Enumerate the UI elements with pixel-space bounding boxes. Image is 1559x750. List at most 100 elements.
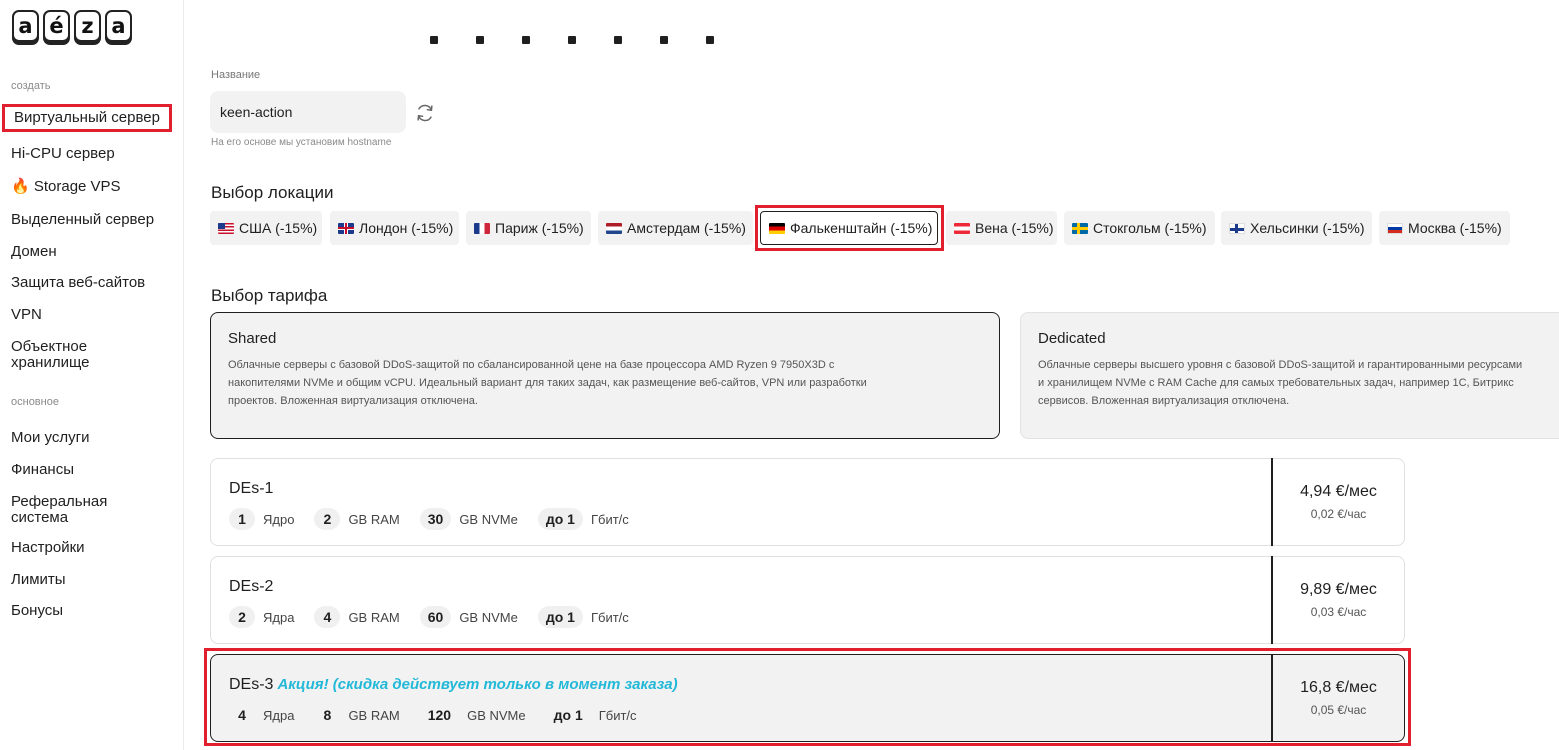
tariff-description-line: накопителями NVMe и общим vCPU. Идеальны… bbox=[228, 377, 867, 389]
network-speed: до 1 bbox=[553, 707, 583, 723]
location-label: США (-15%) bbox=[239, 220, 318, 236]
at-flag-icon bbox=[954, 222, 970, 234]
location-label: Амстердам (-15%) bbox=[627, 220, 746, 236]
page-title-clipped bbox=[430, 36, 714, 44]
sidebar-item-domain[interactable]: Домен bbox=[11, 244, 57, 260]
tariff-description-line: проектов. Вложенная виртуализация отключ… bbox=[228, 395, 478, 407]
ram-unit: GB RAM bbox=[348, 609, 400, 625]
tariff-description-line: Облачные серверы высшего уровня с базово… bbox=[1038, 359, 1523, 371]
tariff-description-line: сервисов. Вложенная виртуализация отключ… bbox=[1038, 395, 1290, 407]
cpu-unit: Ядро bbox=[263, 511, 295, 527]
tariff-dedicated-card[interactable]: Dedicated Облачные серверы высшего уровн… bbox=[1020, 312, 1559, 439]
location-label: Хельсинки (-15%) bbox=[1250, 220, 1365, 236]
logo-key: z bbox=[74, 10, 101, 42]
logo-key: é bbox=[43, 10, 70, 42]
location-amsterdam[interactable]: Амстердам (-15%) bbox=[598, 211, 753, 245]
network-unit: Гбит/с bbox=[590, 609, 629, 625]
ram-amount: 4 bbox=[314, 606, 341, 628]
ram-amount: 2 bbox=[314, 508, 341, 530]
server-name-input[interactable] bbox=[210, 91, 406, 133]
sidebar-item-finances[interactable]: Финансы bbox=[11, 462, 74, 478]
cpu-count: 2 bbox=[229, 606, 255, 628]
disk-amount: 120 bbox=[427, 707, 452, 723]
cpu-unit: Ядра bbox=[263, 707, 295, 723]
cpu-count: 1 bbox=[229, 508, 255, 530]
location-london[interactable]: Лондон (-15%) bbox=[330, 211, 459, 245]
tariff-description-line: и хранилищем NVMe с RAM Cache для самых … bbox=[1038, 377, 1514, 389]
location-vienna[interactable]: Вена (-15%) bbox=[946, 211, 1057, 245]
hourly-price: 0,03 €/час bbox=[1310, 605, 1367, 619]
sidebar-item-vpn[interactable]: VPN bbox=[11, 307, 42, 323]
location-stockholm[interactable]: Стокгольм (-15%) bbox=[1064, 211, 1215, 245]
disk-unit: GB NVMe bbox=[467, 707, 526, 723]
tariff-section-title: Выбор тарифа bbox=[211, 286, 328, 305]
location-usa[interactable]: США (-15%) bbox=[210, 211, 322, 245]
name-field-label: Название bbox=[211, 69, 261, 81]
disk-amount: 60 bbox=[419, 606, 452, 628]
de-flag-icon bbox=[769, 222, 785, 234]
plan-card-des-2[interactable]: DEs-2 2 Ядра 4 GB RAM 60 GB NVMe до 1 Гб… bbox=[210, 556, 1405, 644]
location-falkenstein[interactable]: Фалькенштайн (-15%) bbox=[760, 211, 938, 245]
location-section-title: Выбор локации bbox=[211, 183, 334, 202]
price-divider bbox=[1271, 556, 1273, 644]
sidebar-section-main: основное bbox=[11, 396, 59, 408]
sidebar-item-virtual-server[interactable]: Виртуальный сервер bbox=[2, 104, 172, 132]
network-unit: Гбит/с bbox=[590, 511, 629, 527]
location-label: Лондон (-15%) bbox=[359, 220, 454, 236]
ram-unit: GB RAM bbox=[348, 707, 400, 723]
fr-flag-icon bbox=[474, 222, 490, 234]
location-label: Париж (-15%) bbox=[495, 220, 584, 236]
monthly-price: 16,8 €/мес bbox=[1300, 679, 1377, 696]
network-unit: Гбит/с bbox=[598, 707, 637, 723]
sidebar-item-storage-vps[interactable]: 🔥 Storage VPS bbox=[11, 179, 121, 195]
plan-specs: 1 Ядро 2 GB RAM 30 GB NVMe до 1 Гбит/с bbox=[229, 508, 649, 530]
plan-title: DEs-3 bbox=[229, 676, 274, 693]
clipped-glyph bbox=[568, 36, 576, 44]
disk-unit: GB NVMe bbox=[459, 511, 518, 527]
sidebar-item-dedicated-server[interactable]: Выделенный сервер bbox=[11, 212, 154, 228]
clipped-glyph bbox=[660, 36, 668, 44]
sidebar-item-bonuses[interactable]: Бонусы bbox=[11, 603, 63, 619]
cpu-count: 4 bbox=[238, 707, 246, 723]
location-label: Стокгольм (-15%) bbox=[1093, 220, 1207, 236]
plan-specs: 2 Ядра 4 GB RAM 60 GB NVMe до 1 Гбит/с bbox=[229, 606, 649, 628]
location-helsinki[interactable]: Хельсинки (-15%) bbox=[1221, 211, 1372, 245]
ram-amount: 8 bbox=[323, 707, 332, 723]
monthly-price: 4,94 €/мес bbox=[1300, 483, 1377, 500]
clipped-glyph bbox=[522, 36, 530, 44]
location-label: Фалькенштайн (-15%) bbox=[790, 220, 933, 236]
name-field-hint: На его основе мы установим hostname bbox=[211, 137, 392, 148]
plan-card-des-3[interactable]: DEs-3 Акция! (скидка действует только в м… bbox=[210, 654, 1405, 742]
ram-unit: GB RAM bbox=[348, 511, 400, 527]
sidebar-item-object-storage[interactable]: Объектное хранилище bbox=[11, 339, 121, 371]
location-paris[interactable]: Париж (-15%) bbox=[466, 211, 591, 245]
clipped-glyph bbox=[430, 36, 438, 44]
clipped-glyph bbox=[614, 36, 622, 44]
sidebar-item-hi-cpu-server[interactable]: Hi-CPU сервер bbox=[11, 146, 115, 162]
clipped-glyph bbox=[706, 36, 714, 44]
plan-name: DEs-1 bbox=[229, 480, 273, 498]
disk-unit: GB NVMe bbox=[459, 609, 518, 625]
sidebar-item-limits[interactable]: Лимиты bbox=[11, 572, 66, 588]
network-speed: до 1 bbox=[537, 606, 583, 628]
plan-name: DEs-2 bbox=[229, 578, 273, 596]
sidebar-item-settings[interactable]: Настройки bbox=[11, 540, 85, 556]
nl-flag-icon bbox=[606, 222, 622, 234]
price-divider bbox=[1271, 458, 1273, 546]
location-moscow[interactable]: Москва (-15%) bbox=[1379, 211, 1510, 245]
fi-flag-icon bbox=[1229, 222, 1245, 234]
sidebar: a é z a создать Виртуальный сервер Hi-CP… bbox=[0, 0, 184, 750]
logo-key: a bbox=[12, 10, 39, 42]
hourly-price: 0,05 €/час bbox=[1310, 703, 1367, 717]
refresh-icon[interactable] bbox=[414, 102, 436, 124]
monthly-price: 9,89 €/мес bbox=[1300, 581, 1377, 598]
plan-card-des-1[interactable]: DEs-1 1 Ядро 2 GB RAM 30 GB NVMe до 1 Гб… bbox=[210, 458, 1405, 546]
tariff-title: Shared bbox=[228, 330, 277, 347]
se-flag-icon bbox=[1072, 222, 1088, 234]
sidebar-item-web-protection[interactable]: Защита веб-сайтов bbox=[11, 275, 145, 291]
sidebar-item-referral[interactable]: Реферальная система bbox=[11, 494, 121, 526]
location-label: Вена (-15%) bbox=[975, 220, 1054, 236]
sidebar-item-my-services[interactable]: Мои услуги bbox=[11, 430, 90, 446]
tariff-shared-card[interactable]: Shared Облачные серверы с базовой DDoS-з… bbox=[210, 312, 1000, 439]
aeza-logo[interactable]: a é z a bbox=[12, 10, 132, 42]
